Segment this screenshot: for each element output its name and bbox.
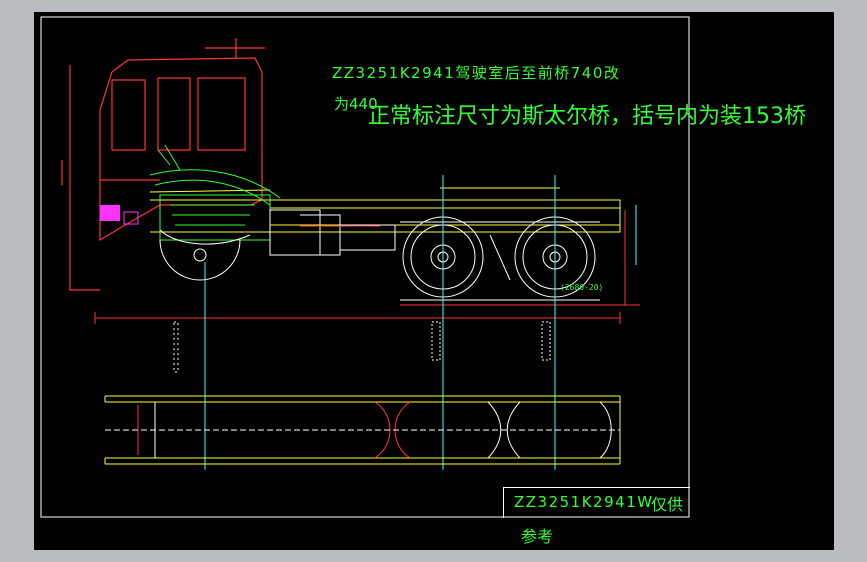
front-wheel: [159, 239, 241, 281]
title-block-model: ZZ3251K2941W: [514, 493, 654, 511]
chassis-plan-view: [104, 395, 621, 465]
annotation-line-2: 正常标注尺寸为斯太尔桥，括号内为装153桥: [368, 104, 806, 129]
title-block-reference: 参考: [521, 527, 554, 546]
dimension-lines: [94, 210, 640, 324]
engine-assembly: [149, 144, 281, 241]
dimension-stacks: [173, 321, 551, 373]
title-block-only: 仅供: [651, 495, 684, 514]
bumper-shape: [100, 205, 120, 221]
truck-chassis-drawing: (2680-20): [40, 16, 690, 518]
dimension-text: (2680-20): [560, 283, 603, 292]
cab-outline: [61, 38, 265, 291]
annotation-line-1: ZZ3251K2941驾驶室后至前桥740改: [332, 64, 621, 82]
